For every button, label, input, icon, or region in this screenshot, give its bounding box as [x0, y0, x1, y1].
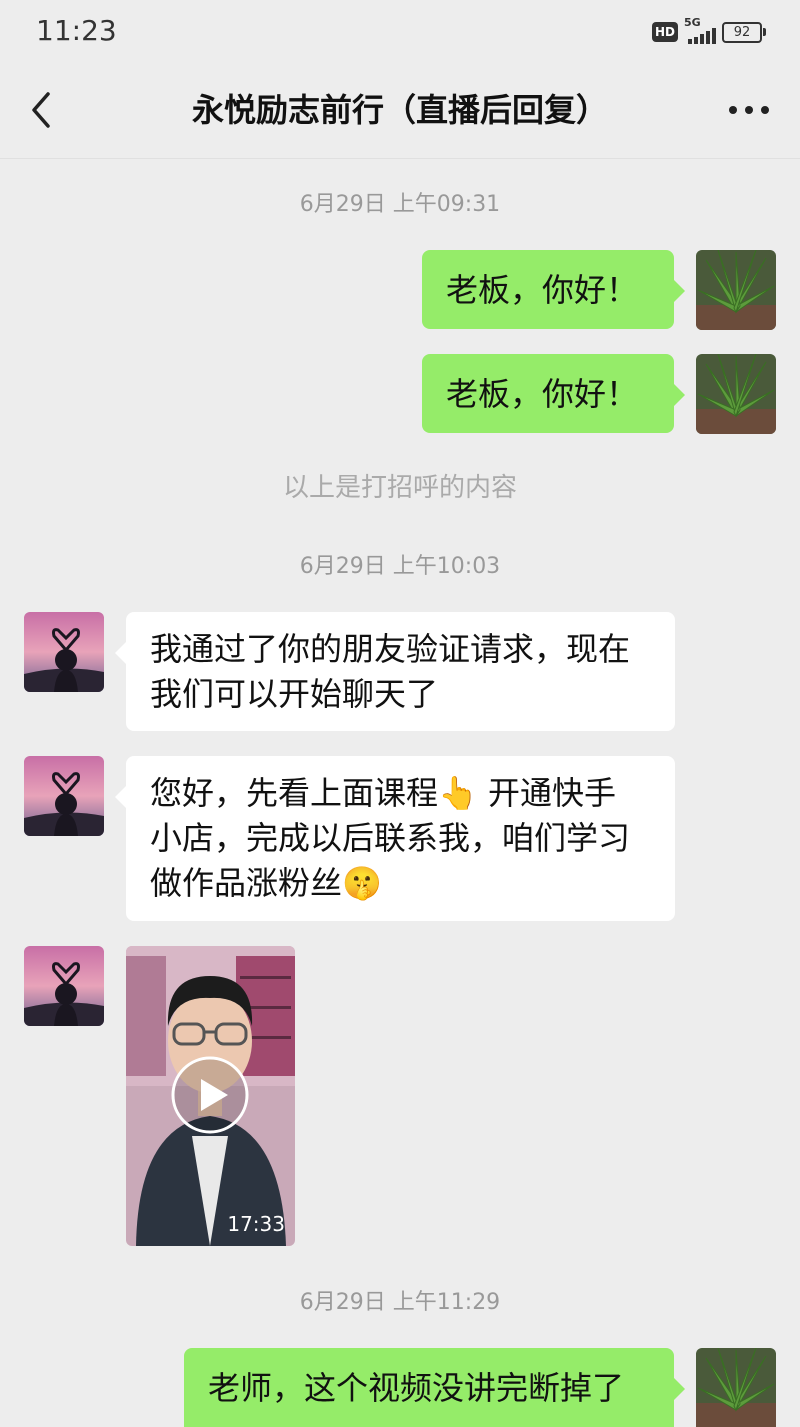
message-line: 小店，完成以后联系我，咱们学习 — [150, 819, 631, 857]
message-line: 做作品涨粉丝🤫 — [150, 864, 382, 902]
signal-icon: 5G — [684, 16, 716, 44]
timestamp: 6月29日 上午09:31 — [299, 192, 501, 217]
battery-level: 92 — [722, 21, 762, 43]
back-button[interactable] — [26, 88, 70, 132]
play-icon[interactable] — [170, 1055, 250, 1135]
message-text: 老板，你好！ — [446, 271, 639, 309]
message-line: 我通过了你的朋友验证请求，现在 — [150, 630, 631, 668]
sunset-heart-hands-avatar — [24, 612, 104, 692]
contact-avatar[interactable] — [24, 756, 104, 836]
aloe-plant-avatar — [696, 1348, 776, 1427]
timestamp: 6月29日 上午11:29 — [299, 1290, 501, 1315]
message-text: 老师，这个视频没讲完断掉了 — [208, 1369, 625, 1407]
sent-message-bubble[interactable]: 老板，你好！ — [422, 354, 685, 433]
received-message-bubble[interactable]: 我通过了你的朋友验证请求，现在 我们可以开始聊天了 — [115, 612, 675, 731]
network-type: 5G — [684, 16, 701, 29]
status-time: 11:23 — [36, 14, 117, 47]
more-button[interactable] — [724, 88, 774, 132]
status-bar: 11:23 HD 5G 92 — [0, 0, 800, 62]
hd-badge: HD — [651, 22, 678, 42]
sunset-heart-hands-avatar — [24, 946, 104, 1026]
battery-icon: 92 — [722, 21, 766, 43]
sunset-heart-hands-avatar — [24, 756, 104, 836]
message-line: 我们可以开始聊天了 — [150, 675, 439, 713]
my-avatar[interactable] — [696, 250, 776, 330]
video-message[interactable]: 17:33 — [126, 946, 295, 1246]
message-line: 您好，先看上面课程👆 开通快手 — [150, 774, 617, 812]
contact-avatar[interactable] — [24, 946, 104, 1026]
more-dots-icon — [729, 106, 769, 114]
chat-header: 永悦励志前行（直播后回复） — [0, 62, 800, 159]
aloe-plant-avatar — [696, 250, 776, 330]
sent-message-bubble[interactable]: 老板，你好！ — [422, 250, 685, 329]
timestamp: 6月29日 上午10:03 — [299, 554, 501, 579]
contact-avatar[interactable] — [24, 612, 104, 692]
video-duration: 17:33 — [227, 1212, 285, 1236]
received-message-bubble[interactable]: 您好，先看上面课程👆 开通快手 小店，完成以后联系我，咱们学习 做作品涨粉丝🤫 — [115, 756, 675, 921]
message-text: 老板，你好！ — [446, 375, 639, 413]
status-icons: HD 5G 92 — [651, 16, 766, 46]
aloe-plant-avatar — [696, 354, 776, 434]
my-avatar[interactable] — [696, 354, 776, 434]
chevron-left-icon — [32, 92, 50, 128]
my-avatar[interactable] — [696, 1348, 776, 1427]
system-notice: 以上是打招呼的内容 — [282, 473, 517, 503]
sent-message-bubble[interactable]: 老师，这个视频没讲完断掉了 — [184, 1348, 685, 1427]
chat-title: 永悦励志前行（直播后回复） — [191, 91, 608, 129]
